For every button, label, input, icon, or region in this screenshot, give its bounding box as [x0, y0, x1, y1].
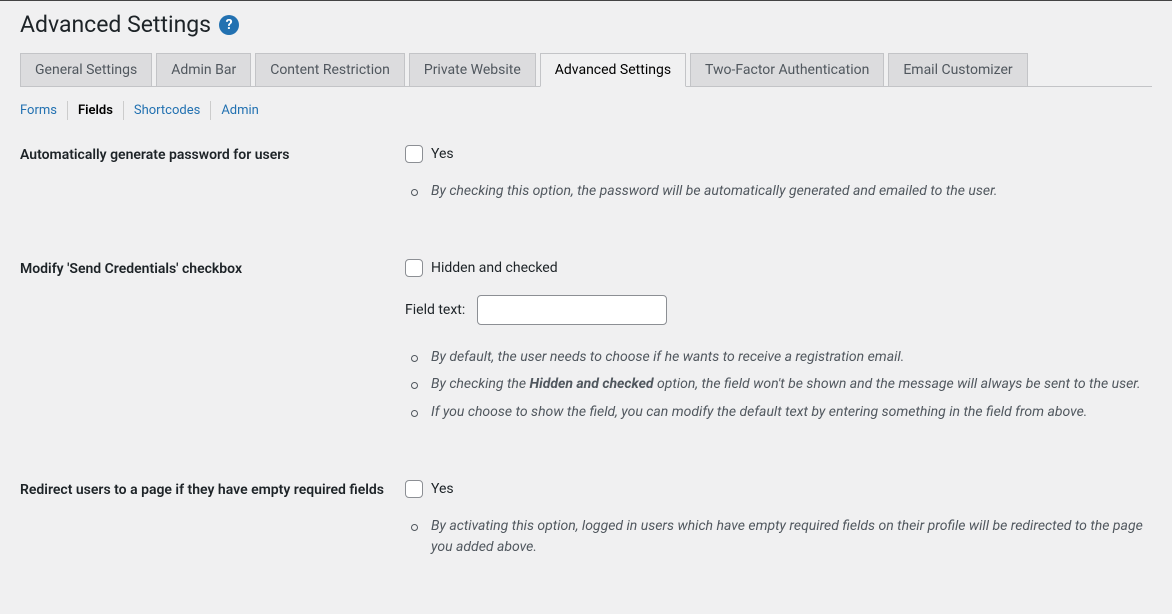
page-title: Advanced Settings	[20, 11, 211, 38]
setting-label-send-credentials: Modify 'Send Credentials' checkbox	[20, 259, 405, 277]
subtab-fields[interactable]: Fields	[68, 101, 124, 120]
tab-two-factor-authentication[interactable]: Two-Factor Authentication	[690, 53, 884, 87]
auto-password-desc: By checking this option, the password wi…	[409, 181, 1152, 203]
nav-tab-wrapper: General Settings Admin Bar Content Restr…	[20, 53, 1152, 87]
subtab-admin[interactable]: Admin	[211, 101, 269, 120]
field-text-label: Field text:	[405, 302, 465, 318]
send-credentials-desc-2: By checking the Hidden and checked optio…	[409, 374, 1152, 396]
send-credentials-desc-1: By default, the user needs to choose if …	[409, 347, 1152, 369]
redirect-empty-checkbox-label: Yes	[431, 481, 454, 497]
sub-nav: Forms Fields Shortcodes Admin	[20, 101, 1152, 120]
auto-password-checkbox-label: Yes	[431, 146, 454, 162]
tab-admin-bar[interactable]: Admin Bar	[156, 53, 251, 87]
auto-password-checkbox[interactable]	[405, 145, 423, 163]
tab-content-restriction[interactable]: Content Restriction	[255, 53, 405, 87]
setting-label-redirect-empty: Redirect users to a page if they have em…	[20, 480, 405, 498]
field-text-input[interactable]	[477, 295, 667, 325]
send-credentials-checkbox-label: Hidden and checked	[431, 260, 558, 276]
redirect-empty-desc: By activating this option, logged in use…	[409, 516, 1152, 559]
redirect-empty-checkbox[interactable]	[405, 480, 423, 498]
help-icon[interactable]: ?	[219, 15, 239, 35]
setting-label-auto-password: Automatically generate password for user…	[20, 145, 405, 163]
tab-private-website[interactable]: Private Website	[409, 53, 536, 87]
tab-email-customizer[interactable]: Email Customizer	[888, 53, 1027, 87]
send-credentials-checkbox[interactable]	[405, 259, 423, 277]
tab-general-settings[interactable]: General Settings	[20, 53, 152, 87]
tab-advanced-settings[interactable]: Advanced Settings	[540, 53, 686, 87]
send-credentials-desc-3: If you choose to show the field, you can…	[409, 402, 1152, 424]
subtab-shortcodes[interactable]: Shortcodes	[124, 101, 211, 120]
subtab-forms[interactable]: Forms	[20, 101, 68, 120]
